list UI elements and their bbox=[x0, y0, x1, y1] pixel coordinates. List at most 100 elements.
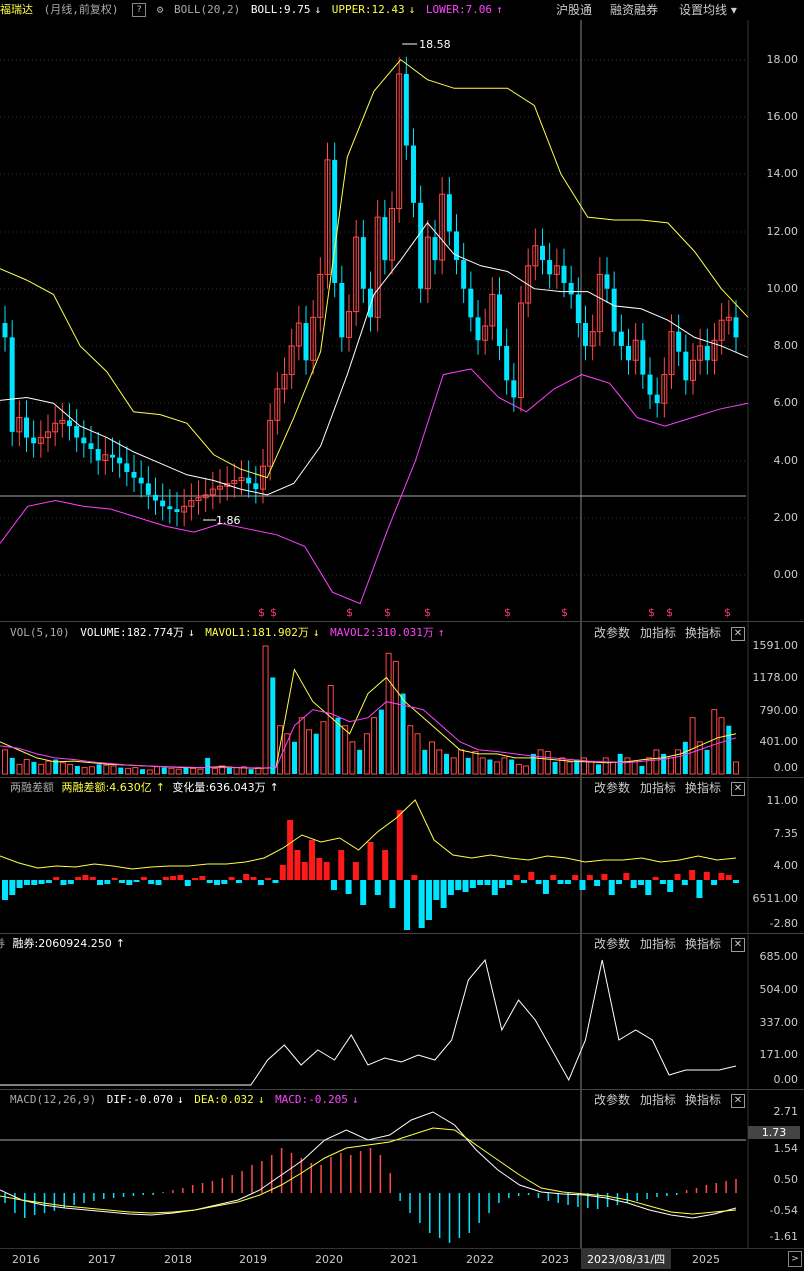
volume-axis-label: 0.00 bbox=[773, 761, 799, 774]
volume-value: VOLUME:182.774万 bbox=[80, 626, 184, 639]
cursor-date: 2023/08/31/四 bbox=[581, 1249, 672, 1269]
candle-body bbox=[88, 443, 94, 450]
down-arrow-icon: ↓ bbox=[187, 626, 195, 639]
candle-body bbox=[403, 73, 409, 146]
change-params-button[interactable]: 改参数 bbox=[594, 623, 630, 643]
candle-body bbox=[604, 274, 610, 289]
candle-body bbox=[160, 500, 166, 507]
candle-body bbox=[418, 202, 424, 289]
candle-body bbox=[475, 317, 481, 341]
add-indicator-button[interactable]: 加指标 bbox=[640, 934, 676, 954]
candle-body bbox=[24, 417, 29, 438]
candle-body bbox=[303, 323, 309, 361]
candle-body bbox=[124, 463, 130, 472]
add-indicator-button[interactable]: 加指标 bbox=[640, 778, 676, 798]
swap-indicator-button[interactable]: 换指标 bbox=[685, 1090, 721, 1110]
candle-body bbox=[153, 494, 158, 501]
candle-body bbox=[138, 477, 144, 484]
event-marker-icon: $ bbox=[258, 606, 265, 619]
add-indicator-button[interactable]: 加指标 bbox=[640, 1090, 676, 1110]
short-selling-panel[interactable]: 券 融券:2060924.250↑ 改参数 加指标 换指标 ✕ bbox=[0, 934, 804, 1089]
candle-body bbox=[704, 345, 710, 361]
year-label: 2022 bbox=[466, 1253, 494, 1266]
scroll-right-icon[interactable]: > bbox=[788, 1251, 802, 1267]
down-arrow-icon: ↓ bbox=[257, 1093, 265, 1106]
candle-body bbox=[676, 331, 682, 352]
boll-lower-line bbox=[0, 368, 749, 605]
swap-indicator-button[interactable]: 换指标 bbox=[685, 934, 721, 954]
candle-body bbox=[647, 374, 653, 395]
candle-body bbox=[95, 449, 101, 461]
event-marker-icon: $ bbox=[346, 606, 353, 619]
price-axis-label: 6.00 bbox=[773, 396, 799, 409]
volume-axis-label: 401.00 bbox=[759, 735, 799, 748]
candle-body bbox=[511, 380, 517, 398]
price-axis-label: 12.00 bbox=[766, 225, 799, 238]
dif-value: DIF:-0.070 bbox=[106, 1093, 173, 1106]
event-marker-icon: $ bbox=[561, 606, 568, 619]
year-label: 2021 bbox=[390, 1253, 418, 1266]
change-params-button[interactable]: 改参数 bbox=[594, 778, 630, 798]
volume-axis-label: 790.00 bbox=[759, 704, 799, 717]
candle-body bbox=[167, 506, 173, 510]
margin-axis-label: 4.00 bbox=[773, 859, 799, 872]
candle-body bbox=[618, 331, 624, 346]
up-arrow-icon: ↑ bbox=[115, 937, 125, 950]
price-axis-label: 4.00 bbox=[773, 454, 799, 467]
candle-body bbox=[611, 288, 617, 332]
swap-indicator-button[interactable]: 换指标 bbox=[685, 623, 721, 643]
macd-axis-label: -0.54 bbox=[769, 1204, 798, 1217]
candle-body bbox=[74, 426, 80, 438]
vol-title: VOL(5,10) bbox=[10, 626, 70, 639]
up-arrow-icon: ↑ bbox=[155, 781, 165, 794]
short-axis-label: 337.00 bbox=[759, 1016, 799, 1029]
candle-body bbox=[339, 282, 345, 338]
macd-title: MACD(12,26,9) bbox=[10, 1093, 97, 1106]
margin-axis-label: 11.00 bbox=[766, 794, 799, 807]
high-marker-label: 18.58 bbox=[419, 38, 451, 51]
candle-body bbox=[468, 288, 474, 318]
price-axis-label: 2.00 bbox=[773, 511, 799, 524]
candle-body bbox=[253, 483, 259, 490]
macd-axis-label: -1.61 bbox=[769, 1230, 798, 1243]
year-label: 2025 bbox=[692, 1253, 720, 1266]
change-params-button[interactable]: 改参数 bbox=[594, 1090, 630, 1110]
short-axis-label: 0.00 bbox=[773, 1073, 799, 1086]
margin-axis-label: 7.35 bbox=[773, 827, 799, 840]
volume-axis-label: 1178.00 bbox=[752, 671, 799, 684]
margin-axis-label: 6511.00 bbox=[752, 892, 799, 905]
candle-body bbox=[411, 145, 416, 203]
dea-value: DEA:0.032 bbox=[194, 1093, 254, 1106]
short-header: 券 融券:2060924.250↑ bbox=[0, 934, 804, 954]
macd-panel[interactable]: MACD(12,26,9) DIF:-0.070 ↓ DEA:0.032 ↓ MAC… bbox=[0, 1090, 804, 1248]
event-marker-icon: $ bbox=[724, 606, 731, 619]
event-marker-icon: $ bbox=[666, 606, 673, 619]
change-params-button[interactable]: 改参数 bbox=[594, 934, 630, 954]
up-arrow-icon: ↑ bbox=[269, 781, 279, 794]
price-axis-label: 18.00 bbox=[766, 53, 799, 66]
year-label: 2016 bbox=[12, 1253, 40, 1266]
candle-body bbox=[110, 454, 115, 458]
margin-title: 两融差额 bbox=[10, 781, 54, 794]
margin-header: 两融差额 两融差额:4.630亿 ↑ 变化量:636.043万 ↑ bbox=[0, 778, 804, 798]
candle-body bbox=[446, 194, 452, 232]
swap-indicator-button[interactable]: 换指标 bbox=[685, 778, 721, 798]
candle-body bbox=[640, 340, 646, 375]
candle-body bbox=[31, 437, 37, 444]
candle-body bbox=[654, 394, 660, 404]
price-axis-label: 0.00 bbox=[773, 568, 799, 581]
event-marker-icon: $ bbox=[270, 606, 277, 619]
candle-body bbox=[683, 351, 689, 381]
margin-balance-panel[interactable]: 两融差额 两融差额:4.630亿 ↑ 变化量:636.043万 ↑ 改参数 加指标 … bbox=[0, 778, 804, 933]
candle-body bbox=[81, 437, 87, 444]
add-indicator-button[interactable]: 加指标 bbox=[640, 623, 676, 643]
candle-body bbox=[246, 477, 252, 484]
year-label: 2018 bbox=[164, 1253, 192, 1266]
macd-header: MACD(12,26,9) DIF:-0.070 ↓ DEA:0.032 ↓ MAC… bbox=[0, 1090, 804, 1110]
volume-panel[interactable]: VOL(5,10) VOLUME:182.774万 ↓ MAVOL1:181.90… bbox=[0, 623, 804, 778]
margin-axis-label: -2.80 bbox=[769, 917, 798, 930]
macd-value: MACD:-0.205 bbox=[275, 1093, 348, 1106]
price-axis-label: 10.00 bbox=[766, 282, 799, 295]
candle-body bbox=[432, 237, 438, 261]
candle-body bbox=[174, 509, 180, 513]
